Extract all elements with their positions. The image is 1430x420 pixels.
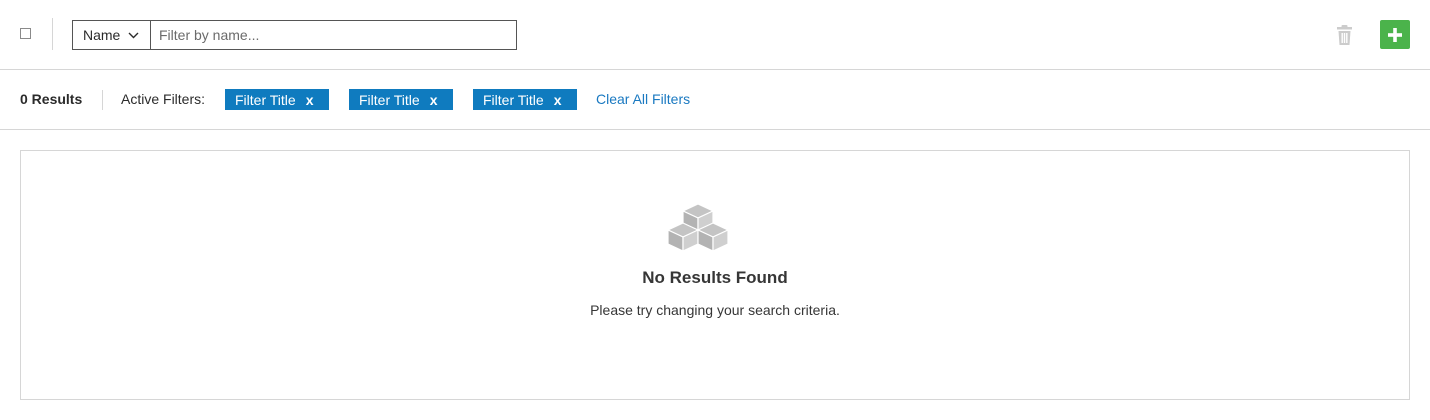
filter-group: Name: [72, 20, 517, 50]
toolbar: Name: [0, 0, 1430, 70]
empty-state-panel: No Results Found Please try changing you…: [20, 150, 1410, 400]
filter-input[interactable]: [151, 21, 516, 49]
active-filters-label: Active Filters:: [121, 91, 206, 107]
filter-chip[interactable]: Filter Title x: [349, 89, 453, 110]
filter-field-select[interactable]: Name: [73, 21, 151, 49]
select-all-checkbox[interactable]: [20, 28, 31, 39]
filter-field-label: Name: [83, 27, 121, 43]
remove-filter-icon[interactable]: x: [430, 92, 438, 108]
remove-filter-icon[interactable]: x: [554, 92, 562, 108]
remove-filter-icon[interactable]: x: [306, 92, 314, 108]
results-bar: 0 Results Active Filters: Filter Title x…: [0, 70, 1430, 130]
filter-chip[interactable]: Filter Title x: [225, 89, 329, 110]
plus-icon: [1388, 27, 1402, 42]
clear-all-filters-link[interactable]: Clear All Filters: [596, 91, 690, 107]
empty-state-title: No Results Found: [642, 268, 788, 287]
empty-state-message: Please try changing your search criteria…: [590, 302, 840, 318]
filter-chip-label: Filter Title: [235, 91, 296, 108]
filter-chip-label: Filter Title: [483, 91, 544, 108]
results-count: 0 Results: [20, 91, 83, 107]
chevron-down-icon: [128, 32, 139, 39]
filter-chip-label: Filter Title: [359, 91, 420, 108]
trash-icon[interactable]: [1336, 24, 1353, 46]
cubes-icon: [666, 203, 730, 258]
add-button[interactable]: [1380, 20, 1410, 49]
results-divider: [102, 90, 103, 110]
filter-chip[interactable]: Filter Title x: [473, 89, 577, 110]
toolbar-divider: [52, 18, 53, 50]
